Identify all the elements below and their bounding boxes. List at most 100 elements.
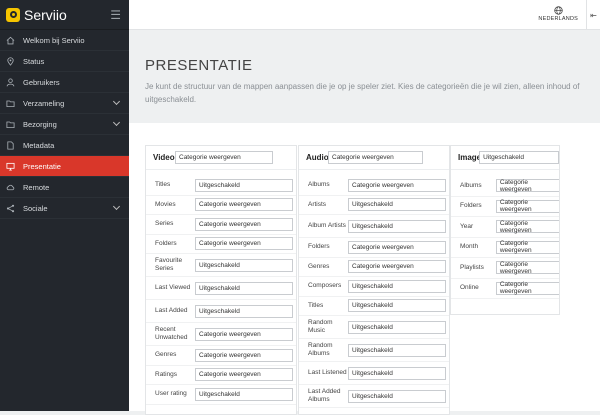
row-label: Titles [155, 181, 171, 189]
sidebar-item-gebruikers[interactable]: Gebruikers [0, 72, 129, 93]
video-row-ratings: Ratings Categorie weergeven [146, 366, 296, 385]
image-row-year: Year Categorie weergeven [451, 217, 559, 238]
audio-panel-header: Audio Categorie weergeven [299, 146, 449, 170]
page-header: PRESENTATIE Je kunt de structuur van de … [129, 31, 600, 123]
audio-genres-select[interactable]: Categorie weergeven [348, 260, 446, 274]
chevron-down-icon [112, 118, 121, 127]
video-row-titles: Titles Uitgeschakeld [146, 176, 296, 196]
video-row-last-added: Last Added Uitgeschakeld [146, 300, 296, 323]
row-label: Albums [308, 181, 330, 189]
audio-titles-select[interactable]: Uitgeschakeld [348, 299, 446, 313]
row-label: Month [460, 243, 479, 251]
collapse-panel-button[interactable]: ⇤ [586, 0, 600, 30]
row-label: Composers [308, 282, 342, 290]
sidebar-item-label: Sociale [23, 203, 48, 213]
video-last-added-select[interactable]: Uitgeschakeld [195, 304, 293, 318]
image-panel-header: Image Uitgeschakeld [451, 146, 559, 170]
image-year-select[interactable]: Categorie weergeven [495, 220, 559, 234]
row-label: Playlists [460, 263, 484, 271]
image-folders-select[interactable]: Categorie weergeven [495, 199, 559, 213]
sidebar-item-status[interactable]: Status [0, 51, 129, 72]
sidebar-item-presentatie[interactable]: Presentatie [0, 156, 129, 177]
audio-row-last-listened: Last Listened Uitgeschakeld [299, 362, 449, 385]
audio-row-last-added-albums: Last Added Albums Uitgeschakeld [299, 385, 449, 408]
video-titles-select[interactable]: Uitgeschakeld [195, 178, 293, 192]
content-area: Video Categorie weergeven Titles Uitgeschak… [129, 123, 600, 415]
video-category-select[interactable]: Categorie weergeven [175, 151, 273, 164]
file-icon [6, 140, 15, 150]
row-label: Genres [308, 262, 330, 270]
brand-name: Serviio [24, 6, 67, 23]
image-row-online: Online Categorie weergeven [451, 279, 559, 299]
audio-category-select[interactable]: Categorie weergeven [328, 151, 423, 164]
audio-artists-select[interactable]: Uitgeschakeld [348, 198, 446, 212]
sidebar-item-label: Welkom bij Serviio [23, 35, 85, 45]
audio-random-albums-select[interactable]: Uitgeschakeld [348, 343, 446, 357]
row-label: Random Albums [308, 342, 333, 357]
row-label: User rating [155, 390, 187, 398]
row-label: Album Artists [308, 222, 346, 229]
audio-panel-title: Audio [306, 153, 329, 162]
video-recent-unwatched-select[interactable]: Categorie weergeven [195, 327, 293, 341]
video-row-recent-unwatched: Recent Unwatched Categorie weergeven [146, 323, 296, 346]
row-label: Favourite Series [155, 257, 183, 272]
video-panel-title: Video [153, 153, 175, 162]
video-user-rating-select[interactable]: Uitgeschakeld [195, 387, 293, 401]
image-category-select[interactable]: Uitgeschakeld [479, 151, 559, 164]
audio-last-listened-select[interactable]: Uitgeschakeld [348, 366, 446, 380]
row-label: Albums [460, 181, 482, 189]
video-favourite-series-select[interactable]: Uitgeschakeld [195, 258, 293, 272]
sidebar-item-remote[interactable]: Remote [0, 177, 129, 198]
video-last-viewed-select[interactable]: Uitgeschakeld [195, 281, 293, 295]
audio-album-artists-select[interactable]: Uitgeschakeld [348, 219, 446, 233]
row-label: Genres [155, 351, 177, 359]
image-row-month: Month Categorie weergeven [451, 238, 559, 258]
audio-panel: Audio Categorie weergeven Albums Categorie … [298, 145, 450, 415]
row-label: Last Added [155, 307, 188, 314]
image-panel: Image Uitgeschakeld Albums Categorie weerge… [450, 145, 560, 315]
video-row-series: Series Categorie weergeven [146, 215, 296, 235]
video-row-last-viewed: Last Viewed Uitgeschakeld [146, 277, 296, 300]
image-panel-title: Image [458, 153, 482, 162]
video-movies-select[interactable]: Categorie weergeven [195, 198, 293, 212]
audio-row-random-albums: Random Albums Uitgeschakeld [299, 339, 449, 362]
language-selector[interactable]: NEDERLANDS [538, 6, 578, 22]
row-label: Artists [308, 200, 327, 208]
sidebar-item-label: Presentatie [23, 161, 61, 171]
audio-row-titles: Titles Uitgeschakeld [299, 297, 449, 316]
audio-albums-select[interactable]: Categorie weergeven [348, 178, 446, 192]
menu-toggle-icon[interactable]: ☰ [110, 8, 121, 22]
row-label: Random Music [308, 319, 333, 334]
sidebar-item-label: Verzameling [23, 98, 65, 108]
video-row-user-rating: User rating Uitgeschakeld [146, 385, 296, 405]
audio-random-music-select[interactable]: Uitgeschakeld [348, 320, 446, 334]
image-online-select[interactable]: Categorie weergeven [495, 281, 559, 295]
image-albums-select[interactable]: Categorie weergeven [495, 179, 559, 193]
sidebar-item-welkom-bij-serviio[interactable]: Welkom bij Serviio [0, 30, 129, 51]
sidebar-item-sociale[interactable]: Sociale [0, 198, 129, 219]
audio-row-composers: Composers Uitgeschakeld [299, 277, 449, 297]
sidebar-item-metadata[interactable]: Metadata [0, 135, 129, 156]
row-label: Folders [460, 202, 482, 210]
image-playlists-select[interactable]: Categorie weergeven [495, 261, 559, 275]
image-month-select[interactable]: Categorie weergeven [495, 240, 559, 254]
audio-folders-select[interactable]: Categorie weergeven [348, 240, 446, 254]
chevron-down-icon [112, 97, 121, 106]
audio-row-artists: Artists Uitgeschakeld [299, 196, 449, 215]
audio-composers-select[interactable]: Uitgeschakeld [348, 279, 446, 293]
sidebar-item-verzameling[interactable]: Verzameling [0, 93, 129, 114]
audio-row-genres: Genres Categorie weergeven [299, 258, 449, 277]
video-folders-select[interactable]: Categorie weergeven [195, 237, 293, 251]
video-ratings-select[interactable]: Categorie weergeven [195, 368, 293, 382]
audio-row-album-artists: Album Artists Uitgeschakeld [299, 215, 449, 238]
language-label: NEDERLANDS [538, 16, 578, 22]
location-icon [6, 56, 15, 66]
chevron-down-icon [112, 202, 121, 211]
sidebar-item-bezorging[interactable]: Bezorging [0, 114, 129, 135]
video-genres-select[interactable]: Categorie weergeven [195, 348, 293, 362]
audio-row-random-music: Random Music Uitgeschakeld [299, 316, 449, 339]
page-title: PRESENTATIE [145, 57, 253, 74]
audio-last-added-albums-select[interactable]: Uitgeschakeld [348, 389, 446, 403]
video-series-select[interactable]: Categorie weergeven [195, 217, 293, 231]
sidebar-item-label: Remote [23, 182, 50, 192]
